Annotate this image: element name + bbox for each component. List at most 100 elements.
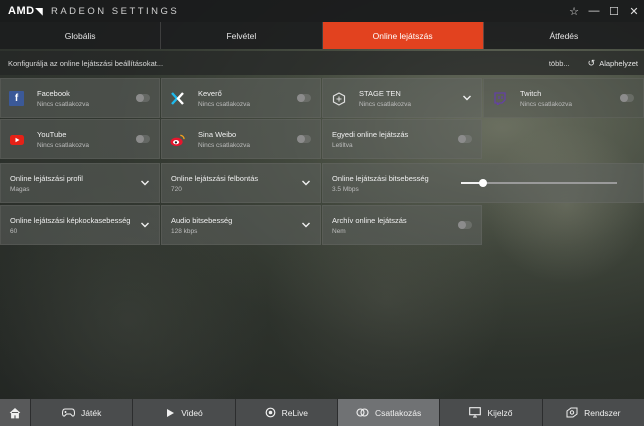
nav-video[interactable]: Videó	[133, 399, 236, 426]
setting-value: 60	[10, 228, 18, 235]
youtube-toggle[interactable]	[136, 135, 150, 143]
setting-value: Magas	[10, 186, 30, 193]
setting-label: Online lejátszási felbontás	[171, 174, 259, 183]
mixer-toggle[interactable]	[297, 94, 311, 102]
framerate-setting[interactable]: Online lejátszási képkockasebesség 60	[0, 205, 160, 245]
service-status: Nincs csatlakozva	[37, 101, 90, 108]
window-controls: ☆ — ☐ ✕	[564, 0, 644, 22]
nav-display[interactable]: Kijelző	[440, 399, 543, 426]
stage-ten-icon	[331, 91, 346, 106]
service-tile-facebook[interactable]: f Facebook Nincs csatlakozva	[0, 78, 160, 118]
logo-arrow-icon: ◥	[35, 5, 43, 16]
service-name: YouTube	[37, 130, 67, 139]
setting-label: Archív online lejátszás	[332, 216, 407, 225]
service-status: Nincs csatlakozva	[37, 142, 90, 149]
play-icon	[165, 408, 175, 418]
home-icon	[9, 407, 21, 419]
service-tile-youtube[interactable]: YouTube Nincs csatlakozva	[0, 119, 160, 159]
close-button[interactable]: ✕	[624, 5, 644, 18]
audio-bitrate-setting[interactable]: Audio bitsebesség 128 kbps	[161, 205, 321, 245]
setting-value: 128 kbps	[171, 228, 198, 235]
more-link[interactable]: több...	[549, 59, 570, 68]
page-description: Konfigurálja az online lejátszási beállí…	[8, 58, 164, 68]
service-name: Facebook	[37, 89, 70, 98]
nav-connect[interactable]: Csatlakozás	[337, 399, 441, 426]
profile-setting[interactable]: Online lejátszási profil Magas	[0, 163, 160, 203]
app-title: RADEON SETTINGS	[50, 5, 180, 17]
minimize-button[interactable]: —	[584, 5, 604, 17]
amd-logo: AMD ◥	[8, 5, 43, 17]
sub-header: Konfigurálja az online lejátszási beállí…	[0, 51, 644, 75]
tab-overlay[interactable]: Átfedés	[484, 22, 644, 49]
star-icon[interactable]: ☆	[564, 5, 584, 18]
setting-label: Online lejátszási profil	[10, 174, 83, 183]
reset-icon: ↺	[587, 57, 596, 68]
bitrate-slider[interactable]	[461, 179, 617, 187]
service-tile-custom-streaming[interactable]: Egyedi online lejátszás Letiltva	[322, 119, 482, 159]
chevron-down-icon[interactable]	[462, 93, 472, 103]
tab-global[interactable]: Globális	[0, 22, 162, 49]
nav-label: Rendszer	[584, 407, 621, 418]
twitch-icon	[492, 91, 507, 106]
setting-label: Online lejátszási képkockasebesség	[10, 216, 131, 225]
nav-gaming[interactable]: Játék	[31, 399, 134, 426]
tab-bar: Globális Felvétel Online lejátszás Átfed…	[0, 22, 644, 49]
chevron-down-icon[interactable]	[301, 178, 311, 188]
sina-weibo-icon	[170, 132, 185, 147]
youtube-icon	[9, 132, 24, 147]
connect-icon	[356, 407, 369, 418]
nav-label: ReLive	[281, 407, 309, 418]
service-status: Letiltva	[332, 142, 353, 149]
service-tile-mixer[interactable]: Keverő Nincs csatlakozva	[161, 78, 321, 118]
setting-value: 720	[171, 186, 182, 193]
chevron-down-icon[interactable]	[140, 220, 150, 230]
service-tile-twitch[interactable]: Twitch Nincs csatlakozva	[483, 78, 644, 118]
resolution-setting[interactable]: Online lejátszási felbontás 720	[161, 163, 321, 203]
service-tile-sina-weibo[interactable]: Sina Weibo Nincs csatlakozva	[161, 119, 321, 159]
reset-label: Alaphelyzet	[599, 58, 638, 68]
nav-label: Kijelző	[487, 407, 513, 418]
sina-weibo-toggle[interactable]	[297, 135, 311, 143]
display-icon	[469, 407, 482, 418]
service-name: STAGE TEN	[359, 89, 401, 98]
service-status: Nincs csatlakozva	[198, 101, 251, 108]
setting-label: Audio bitsebesség	[171, 216, 233, 225]
custom-streaming-toggle[interactable]	[458, 135, 472, 143]
chevron-down-icon[interactable]	[301, 220, 311, 230]
setting-value: 3.5 Mbps	[332, 186, 359, 193]
slider-handle[interactable]	[478, 179, 487, 187]
title-bar: AMD ◥ RADEON SETTINGS ☆ — ☐ ✕	[0, 0, 644, 22]
tab-streaming[interactable]: Online lejátszás	[322, 22, 484, 49]
service-tile-stage-ten[interactable]: STAGE TEN Nincs csatlakozva	[322, 78, 482, 118]
bitrate-setting: Online lejátszási bitsebesség 3.5 Mbps	[322, 163, 644, 203]
service-name: Egyedi online lejátszás	[332, 130, 409, 139]
maximize-button[interactable]: ☐	[604, 5, 624, 18]
nav-label: Videó	[181, 407, 203, 418]
facebook-icon: f	[9, 91, 24, 106]
archive-setting[interactable]: Archív online lejátszás Nem	[322, 205, 482, 245]
tab-recording[interactable]: Felvétel	[161, 22, 323, 49]
service-status: Nincs csatlakozva	[359, 101, 412, 108]
nav-system[interactable]: Rendszer	[542, 399, 644, 426]
service-name: Sina Weibo	[198, 130, 237, 139]
logo-text: AMD	[8, 5, 35, 17]
service-status: Nincs csatlakozva	[198, 142, 251, 149]
reset-button[interactable]: ↺ Alaphelyzet	[588, 58, 638, 69]
twitch-toggle[interactable]	[620, 94, 634, 102]
setting-label: Online lejátszási bitsebesség	[332, 174, 429, 183]
setting-value: Nem	[332, 228, 346, 235]
bottom-nav: Játék Videó ReLive Csatlakozás Kijelző R…	[0, 399, 644, 426]
relive-icon	[265, 407, 276, 418]
chevron-down-icon[interactable]	[140, 178, 150, 188]
service-name: Twitch	[520, 89, 542, 98]
gamepad-icon	[62, 408, 75, 417]
nav-relive[interactable]: ReLive	[235, 399, 338, 426]
service-status: Nincs csatlakozva	[520, 101, 573, 108]
nav-label: Játék	[81, 407, 102, 418]
mixer-icon	[170, 91, 185, 106]
system-icon	[566, 407, 578, 418]
facebook-toggle[interactable]	[136, 94, 150, 102]
nav-home[interactable]	[0, 399, 31, 426]
nav-label: Csatlakozás	[374, 407, 422, 418]
archive-toggle[interactable]	[458, 221, 472, 229]
